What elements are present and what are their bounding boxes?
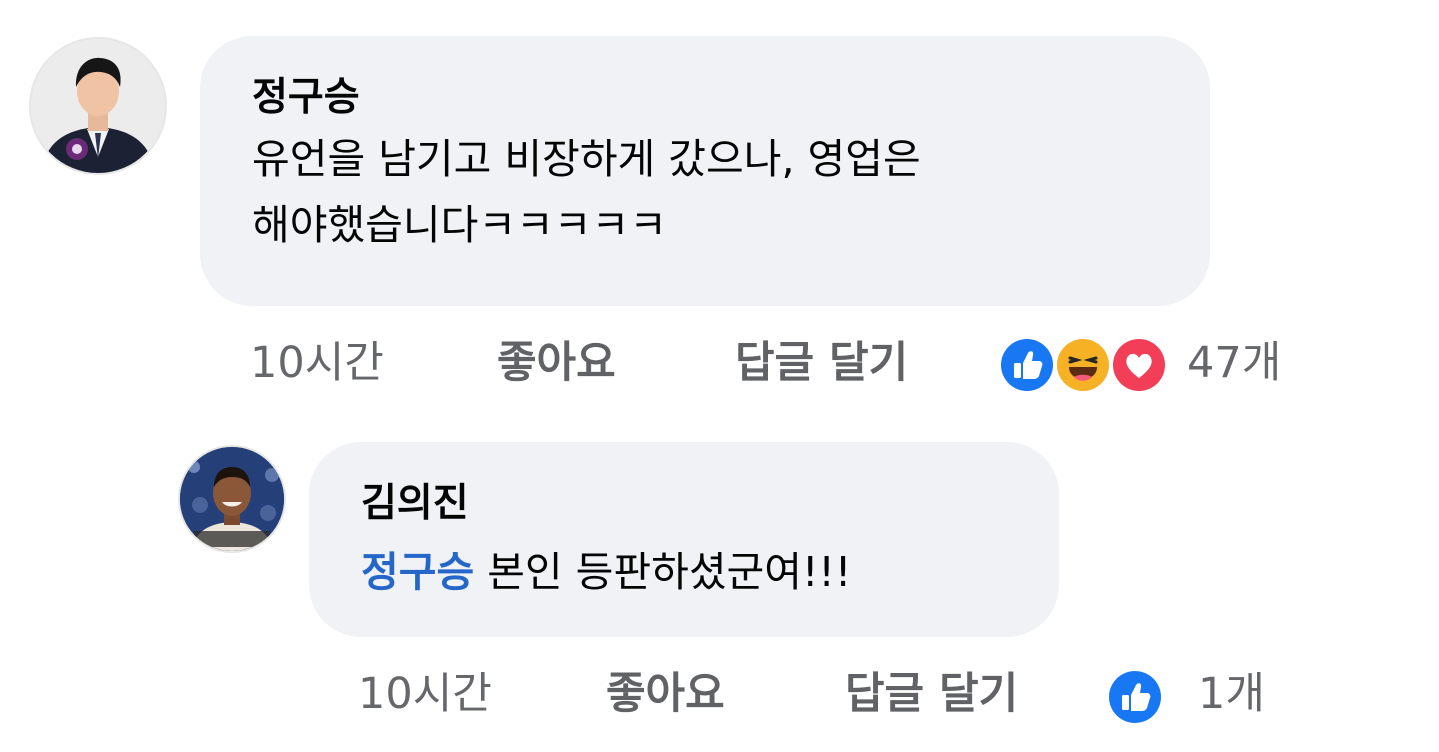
comment-time[interactable]: 10시간: [250, 336, 384, 390]
reaction-count[interactable]: 47개: [1187, 336, 1281, 390]
haha-icon[interactable]: [1054, 336, 1112, 394]
comment-bubble: 정구승 유언을 남기고 비장하게 갔으나, 영업은 해야했습니다ㅋㅋㅋㅋㅋ: [200, 36, 1210, 306]
comment-text: 정구승 본인 등판하셨군여!!!: [361, 539, 851, 605]
comment-author[interactable]: 정구승: [252, 74, 360, 122]
reply-button[interactable]: 답글 달기: [845, 667, 1018, 721]
like-button[interactable]: 좋아요: [497, 336, 616, 390]
avatar[interactable]: [29, 37, 167, 175]
comment-time[interactable]: 10시간: [358, 667, 492, 721]
comment-author[interactable]: 김의진: [361, 480, 469, 528]
comment-text-line: 해야했습니다ㅋㅋㅋㅋㅋ: [252, 201, 667, 249]
mention-link[interactable]: 정구승: [361, 548, 474, 596]
reply-bubble: 김의진 정구승 본인 등판하셨군여!!!: [309, 442, 1059, 637]
comment-text: 유언을 남기고 비장하게 갔으나, 영업은 해야했습니다ㅋㅋㅋㅋㅋ: [252, 126, 921, 258]
like-icon[interactable]: [1106, 668, 1164, 726]
reaction-count[interactable]: 1개: [1198, 667, 1265, 721]
reply-button[interactable]: 답글 달기: [735, 336, 908, 390]
love-icon[interactable]: [1110, 336, 1168, 394]
comment-text-body: 본인 등판하셨군여!!!: [474, 548, 852, 596]
avatar[interactable]: [178, 445, 286, 553]
like-button[interactable]: 좋아요: [606, 667, 725, 721]
comment-text-line: 유언을 남기고 비장하게 갔으나, 영업은: [252, 135, 921, 183]
like-icon[interactable]: [998, 336, 1056, 394]
